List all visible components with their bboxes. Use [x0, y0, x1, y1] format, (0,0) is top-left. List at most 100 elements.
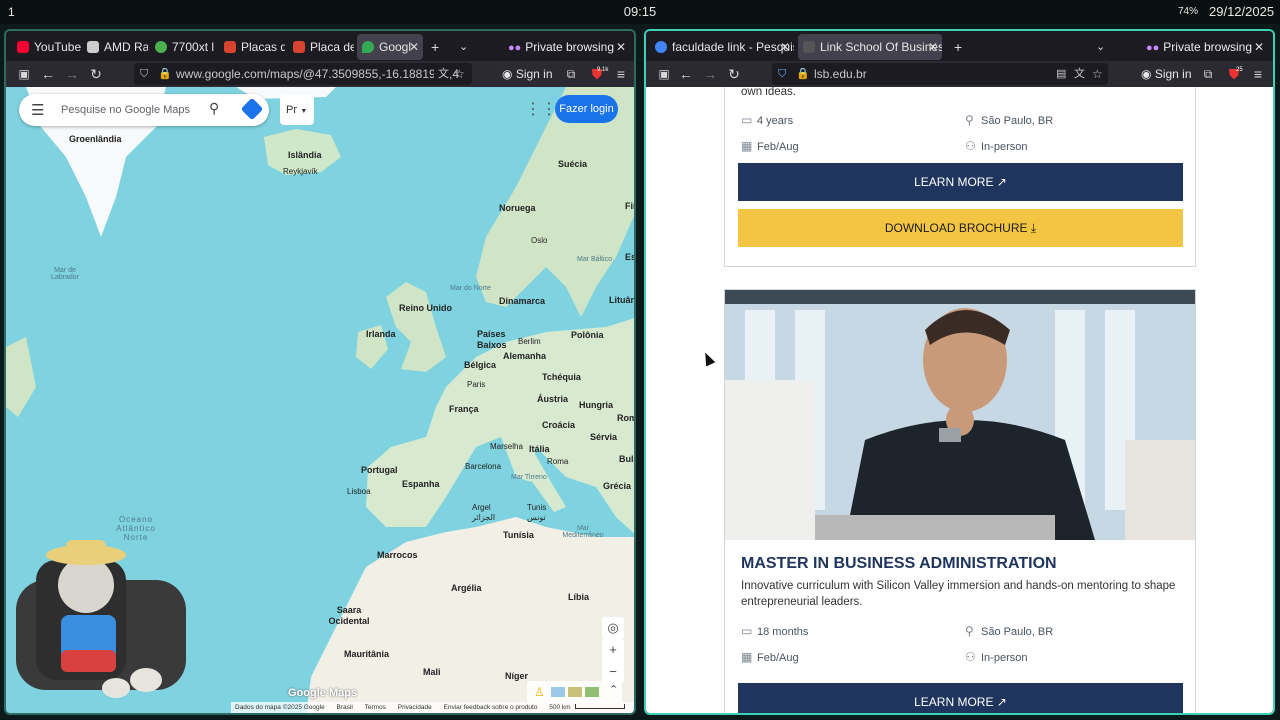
- map-type-strip[interactable]: ♙ ⌃: [527, 681, 622, 703]
- map-label: Hungria: [579, 400, 614, 410]
- forward-button[interactable]: →: [62, 64, 82, 84]
- date[interactable]: 29/12/2025: [1209, 4, 1274, 19]
- tab-7700xt[interactable]: 7700xt l: [150, 34, 216, 60]
- sign-in-button[interactable]: ◉ Sign in: [1141, 64, 1192, 84]
- shield-icon[interactable]: ⛉: [778, 63, 786, 85]
- terrain-thumbnail-icon[interactable]: [568, 687, 582, 697]
- sidebar-icon[interactable]: ▣: [14, 64, 34, 84]
- reload-button[interactable]: ↻: [724, 64, 744, 84]
- learn-more-button[interactable]: LEARN MORE ↗: [738, 683, 1183, 713]
- sign-in-button[interactable]: ◉ Sign in: [502, 64, 553, 84]
- menu-icon[interactable]: ≡: [611, 64, 631, 84]
- forward-button[interactable]: →: [700, 64, 720, 84]
- location-meta: ⚲ São Paulo, BR: [965, 624, 1053, 638]
- map-label: Mar Báltico: [577, 256, 613, 263]
- new-tab-button[interactable]: +: [954, 34, 962, 60]
- map-label: Suécia: [558, 159, 588, 169]
- calendar-icon: ▦: [741, 139, 753, 153]
- map-label: Roma: [547, 457, 569, 466]
- terms-link[interactable]: Termos: [365, 704, 386, 711]
- url-bar[interactable]: ⛉ 🔒 www.google.com/maps/@47.3509855,-16.…: [134, 63, 472, 85]
- map-label: França: [449, 404, 479, 414]
- close-tab-icon[interactable]: ✕: [780, 34, 790, 60]
- map-label: Fin: [625, 201, 634, 211]
- lsb-page: own ideas. ▭ 4 years ⚲ São Paulo, BR ▦ Feb/…: [646, 87, 1273, 713]
- map-label: Grécia: [603, 481, 632, 491]
- close-window-button[interactable]: ✕: [616, 34, 626, 60]
- translate-icon[interactable]: 文: [1074, 63, 1085, 85]
- url-bar[interactable]: ⛉ 🔒 lsb.edu.br ▤ 文 ☆: [772, 63, 1108, 85]
- tab-lsb[interactable]: Link School Of Business ✕: [798, 34, 942, 60]
- scale-label[interactable]: 500 km: [549, 704, 570, 711]
- tab-youtube[interactable]: YouTube: [12, 34, 82, 60]
- tab-placas[interactable]: Placas d: [219, 34, 285, 60]
- reader-view-icon[interactable]: ▤: [1056, 63, 1066, 85]
- map-label: Tchéquia: [542, 372, 581, 382]
- sidebar-icon[interactable]: ▣: [654, 64, 674, 84]
- bookmark-star-icon[interactable]: ☆: [1092, 63, 1103, 85]
- private-mask-icon: ●●: [1146, 42, 1160, 54]
- map-label: Argel: [472, 503, 491, 512]
- map-label: Níger: [505, 671, 529, 681]
- close-tab-icon[interactable]: ✕: [928, 34, 938, 60]
- learn-more-button[interactable]: LEARN MORE ↗: [738, 163, 1183, 201]
- map-footer: Dados do mapa ©2025 Google Brasil Termos…: [231, 702, 634, 713]
- youtube-icon: [17, 41, 29, 53]
- ublock-icon[interactable]: ⛊ 25: [1224, 64, 1244, 84]
- map-thumbnail-icon[interactable]: [551, 687, 565, 697]
- menu-icon[interactable]: ≡: [1248, 64, 1268, 84]
- site-icon: [293, 41, 305, 53]
- my-location-button[interactable]: ◎: [602, 617, 624, 639]
- tab-placa[interactable]: Placa de: [288, 34, 354, 60]
- bookmark-star-icon[interactable]: ☆: [454, 63, 465, 85]
- new-tab-button[interactable]: +: [431, 34, 439, 60]
- expand-icon[interactable]: ⌃: [609, 683, 618, 696]
- back-button[interactable]: ←: [676, 64, 696, 84]
- battery-status[interactable]: 74%: [1178, 6, 1198, 17]
- zoom-in-button[interactable]: +: [602, 639, 624, 661]
- private-mask-icon: ●●: [508, 42, 522, 54]
- layers-button[interactable]: Pг ▼: [280, 95, 314, 125]
- tab-label: Placas d: [241, 40, 285, 54]
- privacy-link[interactable]: Privacidade: [398, 704, 432, 711]
- satellite-thumbnail-icon[interactable]: [585, 687, 599, 697]
- page-content: own ideas. ▭ 4 years ⚲ São Paulo, BR ▦ Feb/…: [646, 87, 1273, 713]
- list-tabs-button[interactable]: ⌄: [1096, 34, 1105, 60]
- back-button[interactable]: ←: [38, 64, 58, 84]
- google-map[interactable]: ☰ Pesquise no Google Maps ⚲ Pг ▼ ⋮⋮⋮ Faz…: [6, 87, 634, 713]
- close-window-button[interactable]: ✕: [1254, 34, 1264, 60]
- tab-google-maps[interactable]: Googl ✕: [357, 34, 423, 60]
- zoom-out-button[interactable]: −: [602, 661, 624, 683]
- url-text: www.google.com/maps/@47.3509855,-16.1881…: [176, 67, 460, 81]
- clock[interactable]: 09:15: [624, 4, 657, 19]
- download-brochure-button[interactable]: DOWNLOAD BROCHURE ⤓: [738, 209, 1183, 247]
- extensions-icon[interactable]: ⧉: [1198, 64, 1218, 84]
- close-tab-icon[interactable]: ✕: [409, 34, 419, 60]
- map-search-box[interactable]: ☰ Pesquise no Google Maps ⚲: [19, 94, 269, 126]
- search-icon[interactable]: ⚲: [209, 100, 219, 117]
- translate-icon[interactable]: 文: [434, 63, 449, 85]
- lock-icon[interactable]: 🔒: [158, 63, 172, 85]
- map-label: Irlanda: [366, 329, 396, 339]
- reload-button[interactable]: ↻: [86, 64, 106, 84]
- private-label: Private browsing: [525, 40, 615, 54]
- feedback-link[interactable]: Enviar feedback sobre o produto: [444, 704, 538, 711]
- pegman-icon[interactable]: ♙: [534, 685, 545, 699]
- ublock-icon[interactable]: ⛊ 9.1k: [587, 64, 609, 84]
- hamburger-menu-icon[interactable]: ☰: [31, 101, 44, 119]
- tab-amd[interactable]: AMD Ra: [82, 34, 148, 60]
- tab-google-search[interactable]: faculdade link - Pesquis ✕: [650, 34, 794, 60]
- shield-icon[interactable]: ⛉: [140, 63, 148, 85]
- lock-icon[interactable]: 🔒: [796, 63, 810, 85]
- url-text: lsb.edu.br: [814, 67, 867, 81]
- page-content: ☰ Pesquise no Google Maps ⚲ Pг ▼ ⋮⋮⋮ Faz…: [6, 87, 634, 713]
- map-label: Bélgica: [464, 360, 497, 370]
- location-value: São Paulo, BR: [981, 626, 1054, 638]
- login-button[interactable]: Fazer login: [555, 95, 618, 123]
- extensions-icon[interactable]: ⧉: [561, 64, 581, 84]
- browser-window-left: YouTube AMD Ra 7700xt l Placas d Placa d…: [4, 29, 636, 715]
- workspace-indicator[interactable]: 1: [8, 5, 15, 19]
- list-tabs-button[interactable]: ⌄: [459, 34, 468, 60]
- country-link[interactable]: Brasil: [337, 704, 353, 711]
- directions-icon[interactable]: [240, 97, 264, 121]
